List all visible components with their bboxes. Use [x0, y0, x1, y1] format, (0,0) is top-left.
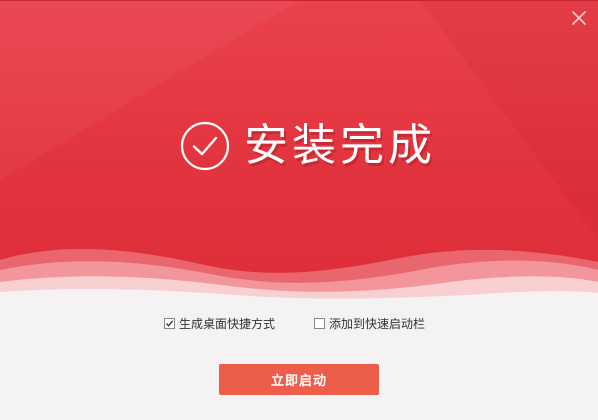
- close-icon: [572, 11, 586, 25]
- page-title: 安装完成: [244, 120, 436, 171]
- installer-window: 安装完成 生成桌面快捷方式 添加到快速启动栏 立即启动: [0, 0, 598, 420]
- completion-heading: 安装完成: [178, 116, 436, 176]
- desktop-shortcut-label: 生成桌面快捷方式: [179, 316, 276, 331]
- desktop-shortcut-checkbox[interactable]: [164, 317, 175, 329]
- top-border: [0, 0, 598, 1]
- quick-launch-option[interactable]: 添加到快速启动栏: [314, 312, 425, 334]
- hero-banner: 安装完成: [0, 0, 598, 300]
- checkmark-icon: [166, 319, 174, 327]
- check-circle-icon: [178, 119, 232, 173]
- launch-now-button[interactable]: 立即启动: [219, 364, 379, 395]
- close-button[interactable]: [568, 7, 590, 29]
- wave-decoration: [0, 238, 598, 300]
- quick-launch-label: 添加到快速启动栏: [329, 316, 426, 331]
- quick-launch-checkbox[interactable]: [314, 317, 325, 329]
- desktop-shortcut-option[interactable]: 生成桌面快捷方式: [164, 312, 275, 334]
- install-options: 生成桌面快捷方式 添加到快速启动栏: [0, 312, 598, 334]
